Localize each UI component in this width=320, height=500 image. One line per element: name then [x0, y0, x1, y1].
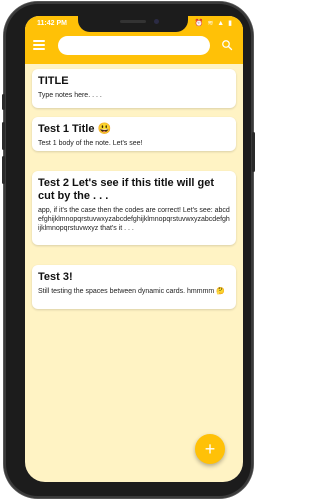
note-title: TITLE — [38, 75, 69, 87]
note-card[interactable]: Test 2 Let's see if this title will get … — [32, 171, 236, 245]
volume-down-button — [2, 156, 5, 184]
status-time: 11:42 PM — [37, 20, 67, 27]
add-note-button[interactable]: + — [195, 434, 225, 464]
note-title: Test 3! — [38, 271, 73, 283]
notch — [78, 16, 188, 32]
note-body: app, if it's the case then the codes are… — [38, 207, 230, 232]
screen: 11:42 PM ⏰ ≋ ▲ ▮ TITLE Type notes here. … — [25, 16, 243, 482]
status-icons: ⏰ ≋ ▲ ▮ — [194, 20, 233, 27]
note-card[interactable]: Test 3! Still testing the spaces between… — [32, 265, 236, 309]
note-card[interactable]: Test 1 Title 😃 Test 1 body of the note. … — [32, 117, 236, 151]
search-icon[interactable] — [221, 39, 233, 51]
volume-up-button — [2, 122, 5, 150]
hamburger-menu-icon[interactable] — [33, 40, 45, 50]
note-title: Test 1 Title 😃 — [38, 123, 112, 135]
mute-switch — [2, 94, 5, 110]
note-body: Type notes here. . . . — [38, 92, 102, 99]
speaker-grille — [120, 20, 146, 23]
note-card[interactable]: TITLE Type notes here. . . . — [32, 69, 236, 108]
power-button — [252, 132, 255, 172]
note-title: Test 2 Let's see if this title will get … — [38, 177, 215, 202]
note-body: Test 1 body of the note. Let's see! — [38, 140, 143, 147]
phone-frame: 11:42 PM ⏰ ≋ ▲ ▮ TITLE Type notes here. … — [2, 2, 255, 498]
note-body: Still testing the spaces between dynamic… — [38, 288, 225, 295]
front-camera — [154, 19, 159, 24]
search-input[interactable] — [58, 36, 210, 55]
